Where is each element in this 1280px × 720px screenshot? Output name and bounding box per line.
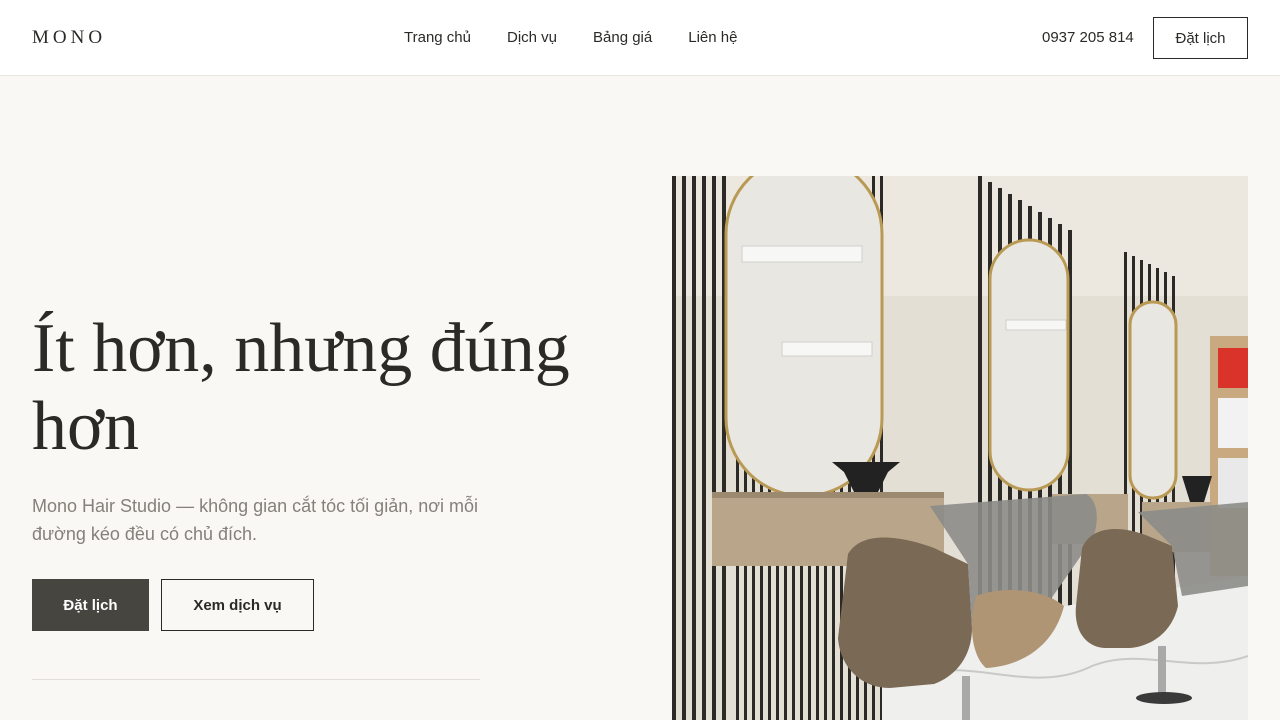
hero-divider (32, 679, 480, 680)
brand-logo[interactable]: MONO (32, 27, 106, 49)
salon-interior-image (672, 176, 1248, 720)
nav-item-pricing[interactable]: Bảng giá (593, 29, 652, 46)
nav-item-services[interactable]: Dịch vụ (507, 29, 557, 46)
main-nav: Trang chủ Dịch vụ Bảng giá Liên hệ (404, 29, 737, 46)
booking-button[interactable]: Đặt lịch (32, 579, 149, 631)
view-services-button[interactable]: Xem dịch vụ (161, 579, 314, 631)
phone-number-link[interactable]: 0937 205 814 (1042, 29, 1134, 46)
hero-description: Mono Hair Studio — không gian cắt tóc tố… (32, 496, 479, 544)
nav-item-home[interactable]: Trang chủ (404, 29, 471, 46)
header-booking-button[interactable]: Đặt lịch (1153, 17, 1248, 59)
nav-item-contact[interactable]: Liên hệ (688, 29, 737, 46)
hero-title: Ít hơn, nhưng đúng hơn (32, 310, 570, 465)
site-header: MONO Trang chủ Dịch vụ Bảng giá Liên hệ … (0, 0, 1280, 76)
